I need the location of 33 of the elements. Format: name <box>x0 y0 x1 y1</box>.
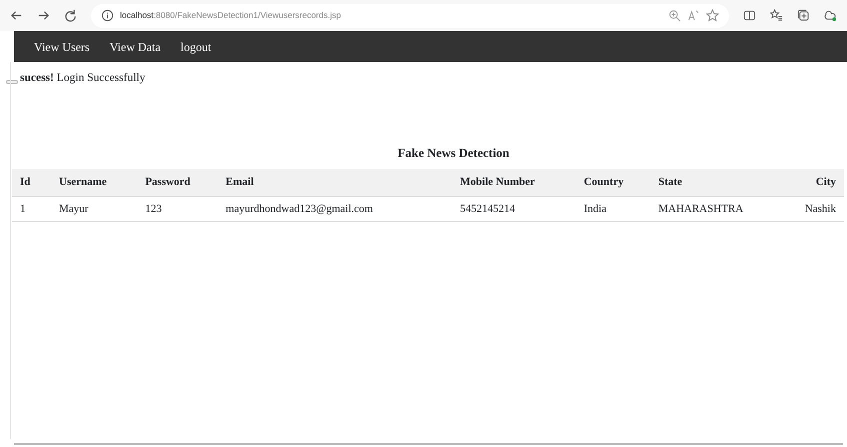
column-header: City <box>796 169 844 196</box>
column-header: Username <box>51 169 138 196</box>
nav-link[interactable]: View Users <box>24 34 100 60</box>
reload-icon[interactable] <box>64 9 77 22</box>
zoom-icon[interactable] <box>668 9 681 22</box>
alert-message: sucess! Login Successfully <box>20 71 146 86</box>
table-cell: 1 <box>12 196 51 222</box>
address-bar[interactable]: localhost:8080/FakeNewsDetection1/Viewusersrecords.jsp <box>91 4 729 28</box>
column-header: Mobile Number <box>452 169 576 196</box>
table-cell: Nashik <box>796 196 844 222</box>
back-icon[interactable] <box>10 9 23 22</box>
table-cell: Mayur <box>51 196 138 222</box>
page-title: Fake News Detection <box>396 145 510 162</box>
table-cell: MAHARASHTRA <box>650 196 797 222</box>
column-header: State <box>650 169 797 196</box>
table-cell: 123 <box>137 196 218 222</box>
column-header: Password <box>137 169 218 196</box>
forward-icon[interactable] <box>37 9 50 22</box>
column-header: Country <box>576 169 650 196</box>
star-icon[interactable] <box>706 9 719 22</box>
nav-link[interactable]: logout <box>170 34 222 60</box>
favorites-icon[interactable] <box>770 9 783 22</box>
table-cell: India <box>576 196 650 222</box>
split-screen-icon[interactable] <box>743 9 756 22</box>
column-header: Id <box>12 169 51 196</box>
collections-icon[interactable] <box>797 9 810 22</box>
read-aloud-icon[interactable] <box>687 9 700 22</box>
table-cell: 5452145214 <box>452 196 576 222</box>
url-text: localhost:8080/FakeNewsDetection1/Viewusersrecords.jsp <box>120 9 341 22</box>
nav-link[interactable]: View Data <box>100 34 171 60</box>
column-header: Email <box>218 169 452 196</box>
info-icon <box>101 9 114 22</box>
table-cell: mayurdhondwad123@gmail.com <box>218 196 452 222</box>
